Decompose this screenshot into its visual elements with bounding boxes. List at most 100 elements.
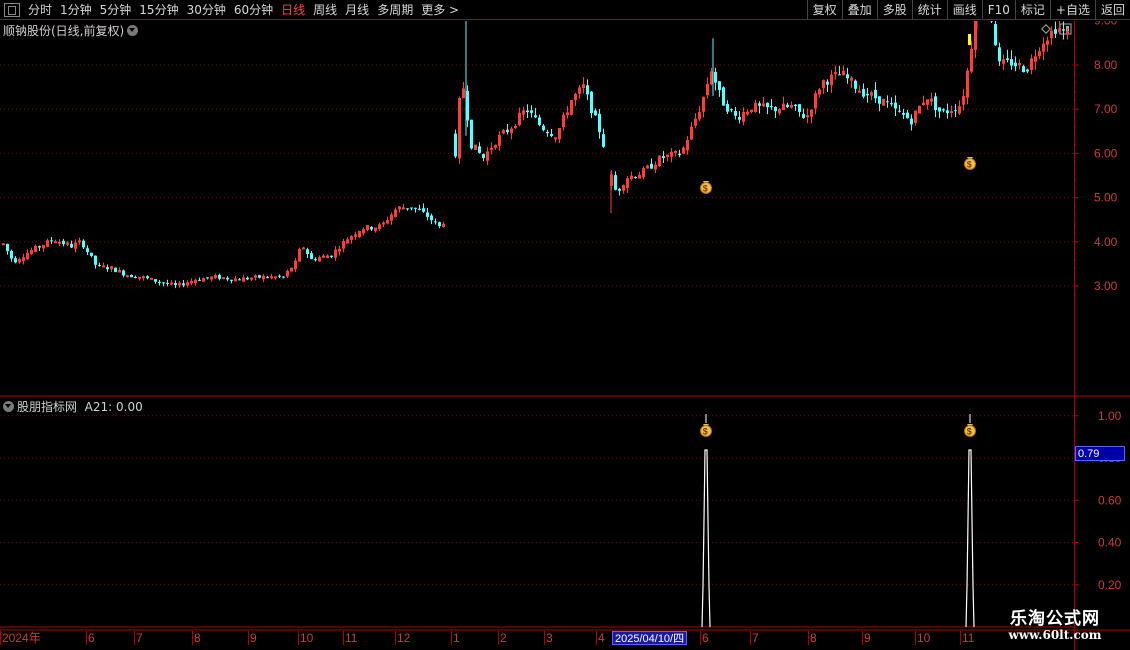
candle-body bbox=[306, 249, 309, 255]
tab-7[interactable]: 周线 bbox=[309, 0, 341, 20]
candle-body bbox=[270, 276, 273, 279]
candle-body bbox=[1006, 58, 1009, 61]
time-label: 2 bbox=[500, 631, 507, 645]
candle-body bbox=[770, 106, 773, 108]
candle-body bbox=[766, 102, 769, 108]
time-label: 3 bbox=[546, 631, 553, 645]
tab-3[interactable]: 15分钟 bbox=[135, 0, 182, 20]
candle-body bbox=[2, 243, 5, 246]
candle-body bbox=[542, 125, 545, 131]
tab-5[interactable]: 60分钟 bbox=[230, 0, 277, 20]
candle-body bbox=[274, 276, 277, 279]
candle-body bbox=[634, 177, 637, 179]
tab-8[interactable]: 月线 bbox=[341, 0, 373, 20]
candle-body bbox=[14, 258, 17, 263]
candle-body bbox=[738, 116, 741, 120]
toolbar-button-6[interactable]: 标记 bbox=[1014, 0, 1050, 20]
candle-body bbox=[586, 85, 589, 95]
time-label: 11 bbox=[345, 631, 358, 645]
candle-body bbox=[122, 270, 125, 276]
tab-0[interactable]: 分时 bbox=[24, 0, 56, 20]
candle-body bbox=[526, 110, 529, 113]
candle-body bbox=[218, 274, 221, 279]
top-toolbar: 分时 1分钟 5分钟 15分钟 30分钟 60分钟 日线 周线 月线 多周期 更多 > 复权 叠加 多股… bbox=[0, 0, 1130, 20]
time-label: 2024年 bbox=[2, 631, 41, 645]
toolbar-button-1[interactable]: 叠加 bbox=[841, 0, 877, 20]
cursor-date-badge: 2025/04/10/四 bbox=[612, 631, 688, 645]
toolbar-button-0[interactable]: 复权 bbox=[806, 0, 842, 20]
candle-body bbox=[934, 96, 937, 111]
candle-body bbox=[206, 277, 209, 279]
candle-body bbox=[550, 133, 553, 136]
candle-body bbox=[662, 156, 665, 159]
tab-1[interactable]: 1分钟 bbox=[56, 0, 96, 20]
candle-body bbox=[6, 243, 9, 252]
money-bag-symbol: $ bbox=[967, 160, 972, 170]
candle-body bbox=[246, 277, 249, 280]
toolbar-button-7[interactable]: +自选 bbox=[1049, 0, 1095, 20]
candle-body bbox=[370, 226, 373, 230]
candle-body bbox=[590, 91, 593, 114]
candle-body bbox=[278, 275, 281, 277]
candle-body bbox=[230, 279, 233, 281]
tab-6[interactable]: 日线 bbox=[277, 0, 309, 20]
toolbar-button-5[interactable]: F10 bbox=[981, 0, 1015, 20]
candle-body bbox=[730, 109, 733, 111]
candle-body bbox=[906, 112, 909, 119]
candle-body bbox=[674, 150, 677, 153]
stock-chart[interactable]: 10.009.008.007.006.005.004.003.001.000.8… bbox=[0, 21, 1130, 650]
tab-4[interactable]: 30分钟 bbox=[183, 0, 230, 20]
candle-body bbox=[50, 240, 53, 242]
candle-body bbox=[722, 87, 725, 106]
candle-body bbox=[58, 241, 61, 244]
candle-body bbox=[402, 207, 405, 210]
candle-body bbox=[426, 212, 429, 217]
toolbar-button-3[interactable]: 统计 bbox=[911, 0, 947, 20]
candle-body bbox=[994, 24, 997, 46]
candle-body bbox=[238, 279, 241, 281]
layout-grid-icon[interactable] bbox=[4, 3, 20, 17]
candle-body bbox=[602, 134, 605, 147]
candle-body bbox=[250, 277, 253, 280]
tab-9[interactable]: 多周期 bbox=[373, 0, 417, 20]
current-value-badge: 0.79 bbox=[1075, 446, 1125, 461]
candle-body bbox=[414, 207, 417, 209]
window-toggle-icon[interactable] bbox=[1059, 23, 1072, 35]
candle-body bbox=[258, 275, 261, 278]
toolbar-button-2[interactable]: 多股 bbox=[876, 0, 912, 20]
candle-body bbox=[82, 240, 85, 248]
price-label: 3.00 bbox=[1094, 279, 1118, 293]
time-label: 9 bbox=[250, 631, 257, 645]
candle-body bbox=[774, 107, 777, 112]
candle-body bbox=[862, 88, 865, 97]
money-bag-symbol: $ bbox=[703, 427, 708, 437]
candle-body bbox=[314, 259, 317, 261]
time-label: 12 bbox=[397, 631, 411, 645]
diamond-icon[interactable] bbox=[1041, 24, 1051, 34]
candle-body bbox=[846, 74, 849, 79]
candle-body bbox=[898, 110, 901, 112]
indicator-label: 0.40 bbox=[1098, 536, 1122, 550]
candle-body bbox=[758, 103, 761, 106]
candle-body bbox=[806, 115, 809, 118]
candle-body bbox=[854, 80, 857, 89]
candle-body bbox=[382, 222, 385, 225]
action-buttons: 复权 叠加 多股 统计 画线 F10 标记 +自选 返回 bbox=[806, 0, 1130, 20]
candle-body bbox=[618, 188, 621, 191]
tab-2[interactable]: 5分钟 bbox=[96, 0, 136, 20]
candle-body bbox=[106, 267, 109, 270]
time-label: 4 bbox=[598, 631, 605, 645]
price-label: 9.00 bbox=[1094, 21, 1118, 28]
candle-body bbox=[866, 93, 869, 96]
candle-body bbox=[198, 279, 201, 281]
toolbar-button-8[interactable]: 返回 bbox=[1094, 0, 1130, 20]
toolbar-button-4[interactable]: 画线 bbox=[946, 0, 982, 20]
candle-body bbox=[166, 282, 169, 284]
time-label: 8 bbox=[194, 631, 201, 645]
tab-10[interactable]: 更多 > bbox=[417, 0, 463, 20]
candle-body bbox=[102, 265, 105, 268]
candle-body bbox=[1026, 69, 1029, 72]
candle-body bbox=[142, 276, 145, 279]
time-label: 6 bbox=[702, 631, 709, 645]
time-label: 10 bbox=[917, 631, 931, 645]
